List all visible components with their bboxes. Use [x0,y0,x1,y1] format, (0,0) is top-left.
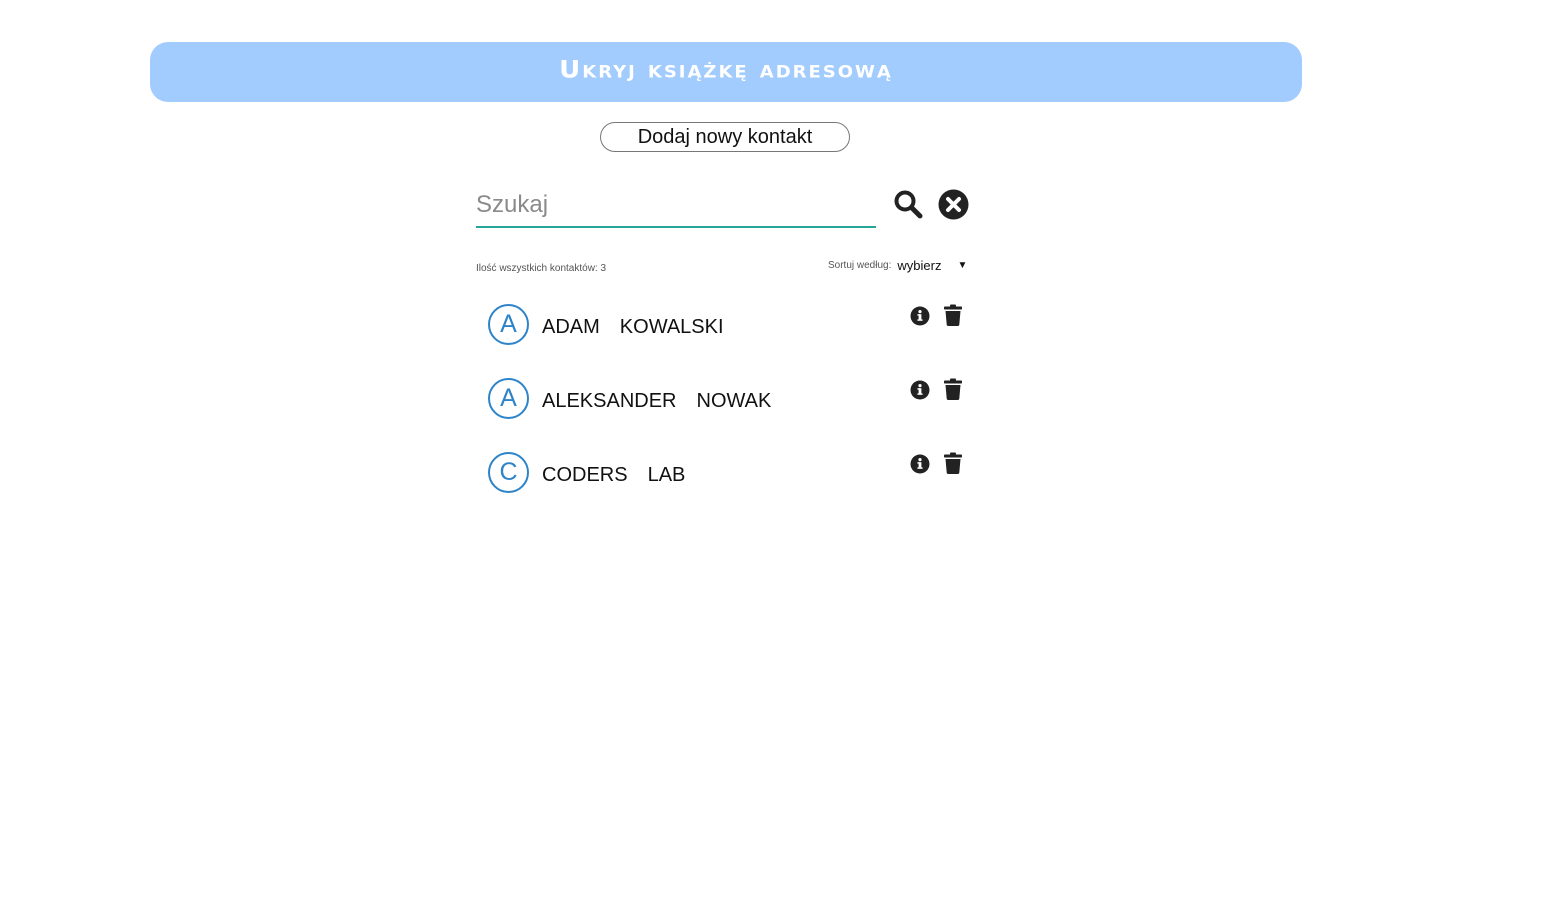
search-input[interactable] [476,186,876,224]
avatar: A [488,304,529,345]
contact-name: ALEKSANDER NOWAK [542,390,771,413]
contacts-count: Ilość wszystkich kontaktów: 3 [476,263,607,274]
info-icon[interactable] [910,454,930,474]
toggle-address-book-label: Ukryj książkę adresową [559,56,893,84]
avatar: C [488,452,529,493]
info-icon[interactable] [910,380,930,400]
contact-last-name: LAB [647,464,686,486]
search-icon[interactable] [892,188,924,220]
contact-item[interactable]: A ALEKSANDER NOWAK [476,378,976,438]
info-icon[interactable] [910,306,930,326]
sort-select[interactable]: wybierz ▼ [897,258,967,273]
trash-icon[interactable] [944,452,962,474]
toggle-address-book-button[interactable]: Ukryj książkę adresową [150,42,1302,102]
close-circle-icon[interactable] [937,188,969,220]
contact-item[interactable]: C CODERS LAB [476,452,976,512]
contact-last-name: KOWALSKI [619,316,724,338]
contact-item[interactable]: A ADAM KOWALSKI [476,304,976,364]
avatar: A [488,378,529,419]
sort-selected-value: wybierz [897,258,942,273]
add-contact-button[interactable]: Dodaj nowy kontakt [600,122,850,152]
sort-control: Sortuj według: wybierz ▼ [828,258,967,273]
sort-label: Sortuj według: [828,260,892,271]
contact-name: CODERS LAB [542,464,685,487]
contact-first-name: ALEKSANDER [542,390,677,412]
dropdown-arrow-icon: ▼ [957,260,968,271]
trash-icon[interactable] [944,304,962,326]
contact-last-name: NOWAK [696,390,772,412]
search-field [476,186,876,228]
contact-first-name: CODERS [542,464,628,486]
contact-name: ADAM KOWALSKI [542,316,724,339]
trash-icon[interactable] [944,378,962,400]
contact-first-name: ADAM [542,316,600,338]
